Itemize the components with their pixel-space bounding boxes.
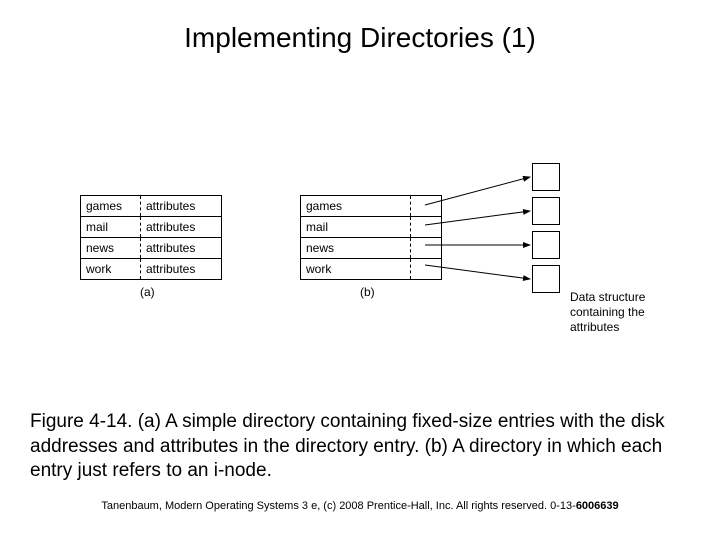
figure-caption: Figure 4-14. (a) A simple directory cont… [30, 410, 690, 484]
diagram-area: games attributes mail attributes news at… [0, 165, 720, 345]
page-title: Implementing Directories (1) [0, 22, 720, 54]
footer-isbn: 6006639 [576, 500, 619, 512]
data-structure-label: Data structure containing the attributes [570, 290, 680, 335]
footer-text: Tanenbaum, Modern Operating Systems 3 e,… [101, 500, 575, 512]
footer-citation: Tanenbaum, Modern Operating Systems 3 e,… [0, 500, 720, 512]
